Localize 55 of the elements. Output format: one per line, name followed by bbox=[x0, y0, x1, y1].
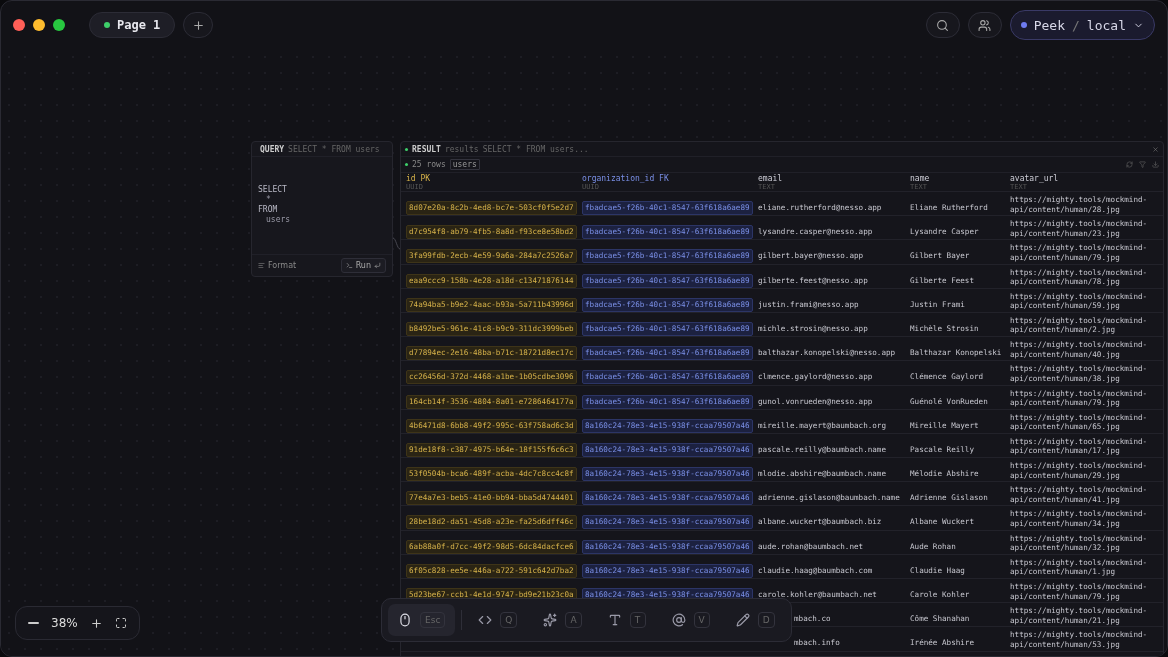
shortcut-key: V bbox=[693, 612, 710, 628]
column-header[interactable]: name bbox=[910, 174, 930, 183]
fit-screen-icon bbox=[114, 617, 127, 629]
format-button[interactable]: Format bbox=[258, 261, 297, 270]
mouse-icon bbox=[398, 613, 412, 627]
connector-line bbox=[393, 237, 400, 250]
shortcut-key: T bbox=[629, 612, 646, 628]
search-button[interactable] bbox=[925, 12, 960, 38]
node-title: QUERY bbox=[260, 144, 285, 154]
column-header[interactable]: avatar_url bbox=[1010, 174, 1059, 183]
text-icon bbox=[607, 613, 622, 627]
node-source: results bbox=[444, 144, 479, 154]
users-button[interactable] bbox=[967, 12, 1002, 38]
status-dot bbox=[405, 163, 408, 166]
shortcut-key: A bbox=[565, 612, 582, 628]
minus-icon bbox=[28, 622, 39, 624]
plus-icon bbox=[89, 616, 103, 630]
minimize-window-button[interactable] bbox=[33, 19, 45, 31]
zoom-in-button[interactable] bbox=[89, 616, 103, 630]
users-icon bbox=[978, 18, 992, 32]
run-button[interactable]: Run bbox=[340, 258, 386, 273]
sparkles-icon bbox=[543, 613, 558, 627]
terminal-icon bbox=[345, 262, 353, 269]
sql-line: SELECT bbox=[258, 185, 287, 194]
fit-screen-button[interactable] bbox=[114, 617, 127, 629]
at-sign-icon bbox=[671, 613, 686, 627]
sql-line: * bbox=[265, 195, 271, 204]
shortcut-key: D bbox=[757, 612, 775, 628]
status-dot bbox=[104, 22, 110, 28]
sql-line: FROM bbox=[258, 205, 278, 214]
table-tag: users bbox=[449, 159, 480, 170]
column-header[interactable]: id PK bbox=[406, 174, 431, 183]
code-icon bbox=[478, 613, 493, 627]
zoom-level: 38% bbox=[51, 616, 78, 630]
column-header[interactable]: organization_id FK bbox=[582, 174, 669, 183]
row-count: 25 rows bbox=[412, 160, 446, 169]
status-dot bbox=[1020, 22, 1027, 28]
workspace-selector[interactable]: Peek / local bbox=[1009, 10, 1155, 40]
maximize-window-button[interactable] bbox=[53, 19, 65, 31]
node-subtitle: SELECT * FROM users bbox=[288, 144, 380, 154]
close-window-button[interactable] bbox=[13, 19, 25, 31]
node-title: RESULT bbox=[412, 144, 441, 154]
sql-line: users bbox=[265, 215, 291, 224]
search-icon bbox=[936, 18, 950, 32]
align-left-icon bbox=[258, 262, 265, 269]
shortcut-key: Q bbox=[500, 612, 518, 628]
node-subtitle: SELECT * FROM users... bbox=[482, 144, 589, 154]
enter-key-icon bbox=[374, 262, 381, 269]
plus-icon bbox=[191, 18, 205, 32]
column-header[interactable]: email bbox=[758, 174, 783, 183]
shortcut-key: Esc bbox=[420, 612, 446, 628]
node-dot bbox=[405, 147, 408, 151]
page-tab[interactable]: Page 1 bbox=[89, 12, 176, 38]
pencil-icon bbox=[735, 613, 750, 627]
add-page-button[interactable] bbox=[183, 12, 214, 38]
